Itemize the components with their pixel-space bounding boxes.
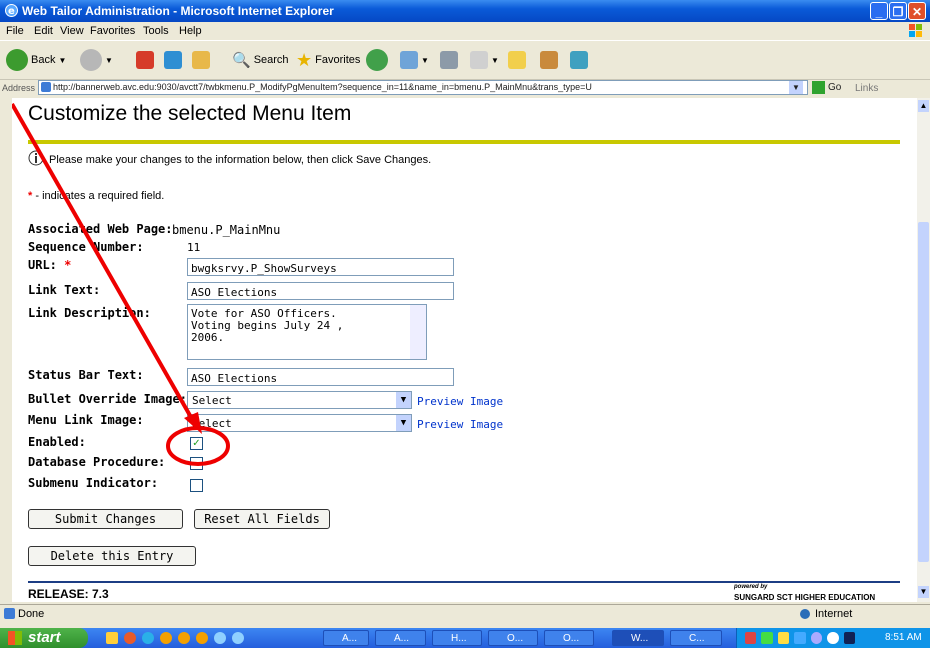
quick-launch-icon[interactable] <box>160 632 172 644</box>
taskbar-button[interactable]: O... <box>544 630 594 646</box>
scroll-down-icon[interactable]: ▼ <box>918 586 929 598</box>
menu-edit[interactable]: Edit <box>34 25 53 37</box>
messenger-icon <box>570 51 588 69</box>
annotation-arrow <box>12 103 230 466</box>
mail-icon <box>400 51 418 69</box>
history-button[interactable] <box>366 49 388 71</box>
minimize-button[interactable]: _ <box>870 2 888 20</box>
search-button[interactable]: 🔍 Search <box>232 49 289 71</box>
annotation-circle <box>166 426 230 466</box>
taskbar-button[interactable]: A... <box>375 630 426 646</box>
globe-icon <box>800 609 810 619</box>
toolbar: Back ▼ ▼ 🔍 Search ★ Favorites ▼ ▼ <box>0 40 930 80</box>
quick-launch-icon[interactable] <box>214 632 226 644</box>
print-icon <box>440 51 458 69</box>
favorites-button[interactable]: ★ Favorites <box>296 49 360 71</box>
back-arrow-icon <box>6 49 28 71</box>
taskbar-button-active[interactable]: W... <box>612 630 664 646</box>
forward-arrow-icon <box>80 49 102 71</box>
quick-launch-icon[interactable] <box>124 632 136 644</box>
scroll-up-icon[interactable]: ▲ <box>918 100 929 112</box>
folder-icon <box>508 51 526 69</box>
back-button[interactable]: Back ▼ <box>6 49 66 71</box>
tray-icon[interactable] <box>761 632 773 644</box>
ie-window: e Web Tailor Administration - Microsoft … <box>0 0 930 628</box>
tray-icon[interactable] <box>745 632 757 644</box>
messenger-button[interactable] <box>570 49 588 71</box>
clock: 8:51 AM <box>885 632 922 643</box>
edit-icon <box>470 51 488 69</box>
close-button[interactable]: ✕ <box>908 2 926 20</box>
quick-launch-icon[interactable] <box>106 632 118 644</box>
quick-launch <box>106 632 266 644</box>
taskbar-button[interactable]: H... <box>432 630 482 646</box>
taskbar-button[interactable]: O... <box>488 630 538 646</box>
address-input[interactable]: http://bannerweb.avc.edu:9030/avctt7/twb… <box>38 80 808 95</box>
taskbar: start A... A... H... O... O... W... C...… <box>0 628 930 648</box>
address-bar: Address http://bannerweb.avc.edu:9030/av… <box>0 79 930 98</box>
home-icon <box>192 51 210 69</box>
title-bar[interactable]: e Web Tailor Administration - Microsoft … <box>0 0 930 22</box>
page-done-icon <box>4 608 15 619</box>
refresh-button[interactable] <box>164 49 182 71</box>
address-label: Address <box>2 83 36 93</box>
restore-button[interactable]: ❐ <box>889 2 907 20</box>
taskbar-button[interactable]: C... <box>670 630 722 646</box>
tray-icon[interactable] <box>777 632 790 644</box>
print-button[interactable] <box>440 49 458 71</box>
menu-bar: File Edit View Favorites Tools Help <box>0 22 930 40</box>
go-arrow-icon <box>812 81 825 94</box>
quick-launch-icon[interactable] <box>196 632 208 644</box>
system-tray: 8:51 AM <box>736 628 930 648</box>
window-title: Web Tailor Administration - Microsoft In… <box>22 4 334 18</box>
search-icon: 🔍 <box>232 52 251 69</box>
security-zone: Internet <box>815 608 853 620</box>
edit-button[interactable]: ▼ <box>470 49 499 71</box>
menu-favorites[interactable]: Favorites <box>90 25 135 37</box>
history-icon <box>366 49 388 71</box>
go-button[interactable]: Go <box>812 81 841 94</box>
tray-icon[interactable] <box>794 632 806 644</box>
page-favicon-icon <box>41 82 51 92</box>
research-icon <box>540 51 558 69</box>
tray-icon[interactable] <box>810 632 823 644</box>
research-button[interactable] <box>540 49 558 71</box>
links-button[interactable]: Links <box>855 83 878 94</box>
menu-view[interactable]: View <box>60 25 84 37</box>
windows-flag-icon <box>908 23 924 41</box>
mail-button[interactable]: ▼ <box>400 49 429 71</box>
menu-help[interactable]: Help <box>179 25 202 37</box>
refresh-icon <box>164 51 182 69</box>
home-button[interactable] <box>192 49 210 71</box>
start-button[interactable]: start <box>0 628 88 648</box>
stop-button[interactable] <box>136 49 154 71</box>
taskbar-button[interactable]: A... <box>323 630 369 646</box>
scrollbar-thumb[interactable] <box>918 222 929 562</box>
folder-button[interactable] <box>508 49 526 71</box>
quick-launch-icon[interactable] <box>232 632 244 644</box>
menu-tools[interactable]: Tools <box>143 25 169 37</box>
quick-launch-icon[interactable] <box>178 632 190 644</box>
svg-text:e: e <box>8 6 15 17</box>
status-text: Done <box>18 608 45 620</box>
tray-icons <box>745 632 855 644</box>
star-icon: ★ <box>296 49 313 70</box>
forward-button[interactable]: ▼ <box>80 49 113 71</box>
menu-file[interactable]: File <box>6 25 24 37</box>
address-dropdown-icon[interactable]: ▼ <box>789 81 803 94</box>
ie-logo-icon: e <box>4 3 19 18</box>
page-content: Customize the selected Menu Item Please … <box>12 98 917 602</box>
status-bar: Done Internet <box>0 604 930 624</box>
windows-flag-icon <box>8 631 22 645</box>
page-scrollbar[interactable]: ▲ ▼ <box>917 98 930 602</box>
quick-launch-icon[interactable] <box>142 632 154 644</box>
tray-icon[interactable] <box>843 632 855 644</box>
tray-icon[interactable] <box>827 632 839 644</box>
stop-icon <box>136 51 154 69</box>
